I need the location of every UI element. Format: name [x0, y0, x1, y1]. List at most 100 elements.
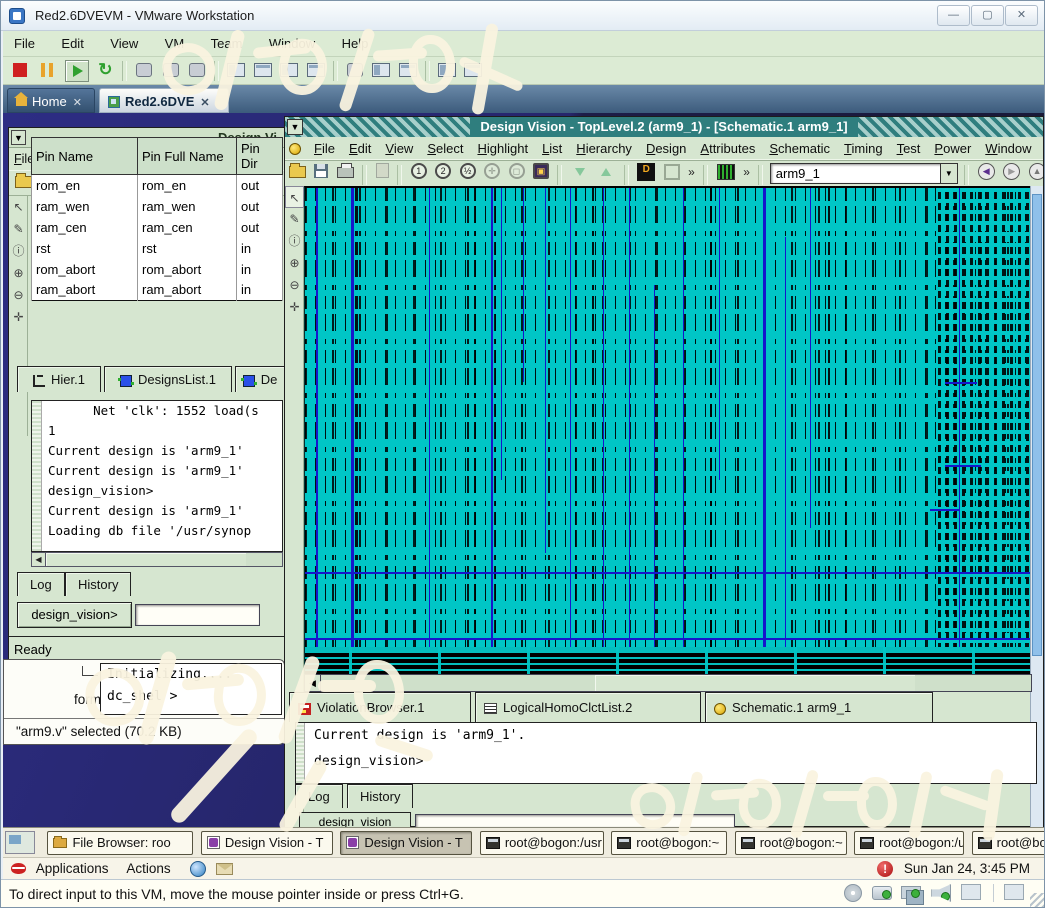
capture-screen-button[interactable]	[372, 63, 390, 77]
col-pin-name[interactable]: Pin Name	[32, 138, 138, 175]
print-icon[interactable]	[337, 167, 354, 178]
front-window-titlebar[interactable]: Design Vision - TopLevel.2 (arm9_1) - [S…	[285, 117, 1043, 137]
scroll-left-icon[interactable]: ◀	[32, 553, 46, 566]
back-log-pane[interactable]: Net 'clk': 1552 load(s 1 Current design …	[31, 400, 283, 552]
pane-splitter[interactable]	[32, 401, 42, 551]
menu-design[interactable]: Design	[639, 137, 693, 160]
pan-hand-icon[interactable]: ✛	[9, 306, 28, 328]
reset-button[interactable]: ↻	[95, 60, 115, 80]
zoom-in-icon[interactable]: ⊕	[9, 262, 28, 284]
zoom-out-icon[interactable]: ⊖	[285, 274, 304, 296]
scroll-left-icon[interactable]: ◀	[305, 675, 321, 691]
open-icon[interactable]	[289, 166, 306, 178]
command-input[interactable]	[135, 604, 260, 626]
tab-log[interactable]: Log	[295, 784, 343, 808]
menu-window[interactable]: Window	[258, 31, 326, 57]
menu-attributes[interactable]: Attributes	[693, 137, 762, 160]
minimize-button[interactable]: —	[937, 5, 970, 26]
display-icon[interactable]	[961, 884, 981, 900]
alert-icon[interactable]: !	[877, 861, 893, 877]
console-view-button[interactable]	[254, 63, 272, 77]
front-log-pane[interactable]: Current design is 'arm9_1'. design_visio…	[295, 722, 1037, 784]
zoom-2x-icon[interactable]: 2	[435, 163, 451, 179]
menu-edit[interactable]: Edit	[342, 137, 378, 160]
tab-home[interactable]: Home✕	[7, 88, 95, 113]
zoom-full-icon[interactable]: 1	[411, 163, 427, 179]
table-row[interactable]: rstrstin	[32, 238, 283, 259]
info-icon[interactable]: ⓘ	[9, 240, 28, 262]
applications-menu[interactable]: Applications	[36, 858, 109, 879]
clock[interactable]: Sun Jan 24, 3:45 PM	[904, 861, 1030, 876]
tab-logicalhomoclctlist[interactable]: LogicalHomoClctList.2	[475, 692, 701, 722]
menu-select[interactable]: Select	[420, 137, 470, 160]
tab-vm-red26dvevm[interactable]: Red2.6DVE✕	[99, 88, 229, 113]
waveform-icon[interactable]	[717, 164, 735, 180]
taskbar-terminal-u[interactable]: root@bogon:/u	[854, 831, 964, 855]
tab-designslist[interactable]: DesignsList.1	[104, 366, 232, 392]
front-window-menu-button[interactable]: ▼	[287, 119, 303, 135]
actions-menu[interactable]: Actions	[126, 858, 170, 879]
network-icon[interactable]	[901, 886, 921, 899]
table-row[interactable]: rom_abortrom_abortin	[32, 259, 283, 280]
taskbar-design-vision-2-active[interactable]: Design Vision - T	[340, 831, 472, 855]
tab-schematic-active[interactable]: Schematic.1 arm9_1	[705, 692, 933, 722]
taskbar-terminal-home-3[interactable]: root@bogon:~	[972, 831, 1044, 855]
table-row[interactable]: ram_abortram_abortin	[32, 280, 283, 301]
menu-help[interactable]: Help	[331, 31, 380, 57]
menu-view[interactable]: View	[378, 137, 420, 160]
move-up-icon[interactable]	[597, 164, 615, 180]
col-pin-dir[interactable]: Pin Dir	[237, 138, 283, 175]
web-browser-icon[interactable]	[190, 861, 206, 877]
revert-button[interactable]	[163, 63, 179, 77]
menu-edit[interactable]: Edit	[50, 31, 94, 57]
menu-test[interactable]: Test	[890, 137, 928, 160]
toolbar-overflow-icon[interactable]: »	[743, 161, 750, 183]
menu-window[interactable]: Window	[978, 137, 1038, 160]
fullscreen-button[interactable]	[438, 63, 456, 77]
menu-hierarchy[interactable]: Hierarchy	[569, 137, 639, 160]
pan-hand-icon[interactable]: ✛	[285, 296, 304, 318]
menu-timing[interactable]: Timing	[837, 137, 890, 160]
tab-home-close-icon[interactable]: ✕	[73, 97, 82, 109]
power-on-button[interactable]	[65, 60, 89, 82]
taskbar-terminal-usr[interactable]: root@bogon:/usr	[480, 831, 604, 855]
back-log-hscrollbar[interactable]: ◀	[31, 552, 283, 567]
toolbar-overflow-icon[interactable]: »	[688, 161, 695, 183]
up-nav-icon[interactable]: ▲	[1029, 163, 1043, 180]
maximize-button[interactable]: ▢	[971, 5, 1004, 26]
power-off-button[interactable]	[8, 60, 30, 80]
schematic-hscrollbar[interactable]: ◀	[304, 674, 1032, 692]
message-log-icon[interactable]	[1004, 884, 1024, 900]
zoom-half-icon[interactable]: ½	[460, 163, 476, 179]
summary-view-button[interactable]	[280, 63, 298, 77]
workspace-switcher[interactable]	[5, 831, 35, 854]
menu-schematic[interactable]: Schematic	[762, 137, 837, 160]
scrollbar-thumb[interactable]	[1032, 194, 1042, 656]
tab-history[interactable]: History	[65, 572, 131, 596]
back-window-menu-button[interactable]: ▼	[11, 130, 26, 145]
cdrom-icon[interactable]	[844, 884, 862, 902]
tab-vm-close-icon[interactable]: ✕	[200, 97, 209, 109]
chevron-down-icon[interactable]: ▼	[940, 164, 957, 183]
menu-file[interactable]: File	[3, 31, 46, 57]
table-row[interactable]: ram_wenram_wenout	[32, 196, 283, 217]
tab-de-clipped[interactable]: De	[235, 366, 285, 392]
open-icon[interactable]	[15, 176, 32, 188]
scrollbar-thumb[interactable]	[595, 675, 914, 691]
cell-outline-icon[interactable]	[664, 164, 680, 180]
harddisk-icon[interactable]	[872, 886, 892, 900]
capture-movie-button[interactable]	[399, 63, 417, 77]
menu-file[interactable]: File	[307, 137, 342, 160]
info-icon[interactable]: ⓘ	[285, 230, 304, 252]
taskbar-terminal-home[interactable]: root@bogon:~	[611, 831, 727, 855]
menu-view[interactable]: View	[99, 31, 149, 57]
menu-vm[interactable]: VM	[154, 31, 196, 57]
tab-log[interactable]: Log	[17, 572, 65, 596]
menu-highlight[interactable]: Highlight	[470, 137, 535, 160]
menu-team[interactable]: Team	[200, 31, 254, 57]
tab-hier[interactable]: Hier.1	[17, 366, 101, 392]
appliance-view-button[interactable]	[307, 63, 325, 77]
pan-icon[interactable]: ✛	[484, 163, 500, 179]
menu-list[interactable]: List	[535, 137, 569, 160]
email-icon[interactable]	[216, 863, 233, 875]
